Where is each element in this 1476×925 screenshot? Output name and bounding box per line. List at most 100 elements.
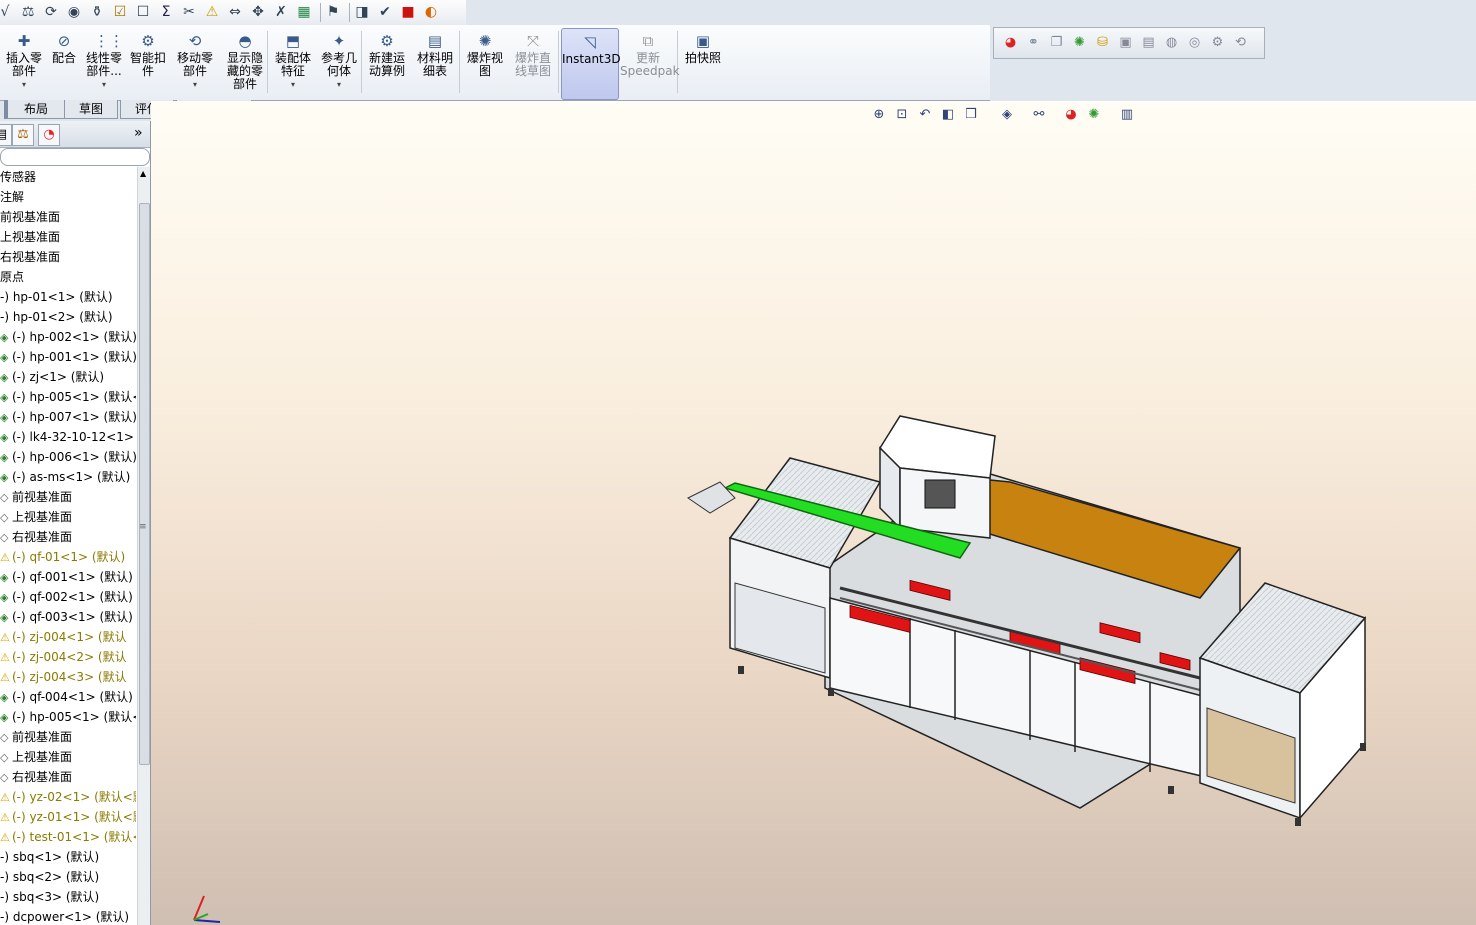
exploded-view-button[interactable]: ✺ 爆炸视图 bbox=[462, 28, 508, 98]
final-render-icon[interactable]: ◍ bbox=[1163, 34, 1180, 51]
update-speedpak-button[interactable]: ⧉ 更新 Speedpak bbox=[620, 28, 680, 98]
copy-appearance-icon[interactable]: ⚭ bbox=[1025, 34, 1042, 51]
checkmark-icon[interactable]: ✔ bbox=[376, 3, 394, 21]
insert-component-button[interactable]: ✚ 插入零 部件 ▾ bbox=[4, 28, 44, 98]
tree-item[interactable]: ⚠ (-) test-01<1> (默认< bbox=[0, 827, 136, 847]
tree-item[interactable]: ◈ (-) as-ms<1> (默认) bbox=[0, 467, 130, 487]
warning-icon[interactable]: ⚠ bbox=[203, 3, 221, 21]
tree-item[interactable]: ◈ (-) qf-001<1> (默认) bbox=[0, 567, 133, 587]
tree-item[interactable]: ◈ (-) hp-005<1> (默认< bbox=[0, 707, 136, 727]
align-icon[interactable]: ⇔ bbox=[226, 3, 244, 21]
tree-item[interactable]: ⚠ (-) yz-01<1> (默认<默 bbox=[0, 807, 136, 827]
bom-button[interactable]: ▤ 材料明 细表 bbox=[412, 28, 458, 98]
view-orientation-icon[interactable]: ❒ bbox=[962, 106, 980, 124]
tree-item[interactable]: ⚠ (-) zj-004<1> (默认 bbox=[0, 627, 127, 647]
feature-tree-tab[interactable]: ▤ bbox=[0, 124, 12, 146]
tree-item[interactable]: ⚠ (-) zj-004<2> (默认 bbox=[0, 647, 127, 667]
tree-item[interactable]: 上视基准面 bbox=[0, 227, 60, 247]
tree-item[interactable]: ◈ (-) lk4-32-10-12<1> bbox=[0, 427, 134, 447]
previous-view-icon[interactable]: ↶ bbox=[916, 106, 934, 124]
dial-icon[interactable]: ◉ bbox=[65, 3, 83, 21]
tree-filter-input[interactable] bbox=[0, 148, 150, 166]
paste-appearance-icon[interactable]: ❐ bbox=[1048, 34, 1065, 51]
zoom-area-icon[interactable]: ⊡ bbox=[893, 106, 911, 124]
scissors-icon[interactable]: ✂ bbox=[180, 3, 198, 21]
square-root-icon[interactable]: √ bbox=[0, 3, 14, 21]
dropdown-arrow-icon[interactable]: ▾ bbox=[316, 78, 362, 91]
new-motion-study-button[interactable]: ⚙ 新建运 动算例 bbox=[364, 28, 410, 98]
dropdown-arrow-icon[interactable]: ▾ bbox=[270, 78, 316, 91]
view-settings-icon[interactable]: ▥ bbox=[1118, 106, 1136, 124]
instant3d-button[interactable]: ◹ Instant3D bbox=[561, 28, 621, 100]
checklist-icon[interactable]: ☐ bbox=[134, 3, 152, 21]
tree-item[interactable]: ◇ 右视基准面 bbox=[0, 767, 72, 787]
mate-button[interactable]: ⊘ 配合 bbox=[48, 28, 80, 98]
move-component-button[interactable]: ⟲ 移动零 部件 ▾ bbox=[172, 28, 218, 98]
assembly-model[interactable] bbox=[680, 408, 1380, 828]
tree-item[interactable]: -) sbq<2> (默认) bbox=[0, 867, 99, 887]
apply-scene-icon[interactable]: ✺ bbox=[1085, 106, 1103, 124]
options-icon[interactable]: ⚙ bbox=[1209, 34, 1226, 51]
tree-scrollbar[interactable]: ▲ ≡ bbox=[137, 167, 150, 925]
tab-0[interactable]: 布局 bbox=[4, 100, 65, 119]
layers-icon[interactable]: ◨ bbox=[353, 3, 371, 21]
sigma-icon[interactable]: Σ bbox=[157, 3, 175, 21]
tree-item[interactable]: ◇ 右视基准面 bbox=[0, 527, 72, 547]
show-hidden-button[interactable]: ◓ 显示隐 藏的零 部件 bbox=[222, 28, 268, 98]
dropdown-arrow-icon[interactable]: ▾ bbox=[4, 78, 44, 91]
scroll-up-icon[interactable]: ▲ bbox=[140, 169, 146, 178]
balance-icon[interactable]: ⚖ bbox=[19, 3, 37, 21]
tab-1[interactable]: 草图 bbox=[64, 100, 118, 119]
tree-item[interactable]: ◈ (-) zj<1> (默认) bbox=[0, 367, 104, 387]
tree-item[interactable]: ◈ (-) hp-001<1> (默认) bbox=[0, 347, 136, 367]
tree-item[interactable]: ◇ 前视基准面 bbox=[0, 727, 72, 747]
tree-item[interactable]: -) sbq<3> (默认) bbox=[0, 887, 99, 907]
tree-item[interactable]: ◈ (-) hp-002<1> (默认) bbox=[0, 327, 136, 347]
take-snapshot-button[interactable]: ▣ 拍快照 bbox=[680, 28, 726, 98]
tree-item[interactable]: ◈ (-) qf-004<1> (默认) bbox=[0, 687, 133, 707]
hide-show-items-icon[interactable]: ⚯ bbox=[1030, 106, 1048, 124]
smart-fastener-button[interactable]: ⚙ 智能扣件 bbox=[126, 28, 170, 98]
checkbox-icon[interactable]: ☑ bbox=[111, 3, 129, 21]
tree-item[interactable]: ◇ 前视基准面 bbox=[0, 487, 72, 507]
tree-item[interactable]: ⚠ (-) zj-004<3> (默认 bbox=[0, 667, 127, 687]
display-style-icon[interactable]: ◈ bbox=[998, 106, 1016, 124]
tree-item[interactable]: 前视基准面 bbox=[0, 207, 60, 227]
cube-red-icon[interactable]: ■ bbox=[399, 3, 417, 21]
database-icon[interactable]: ⛁ bbox=[1094, 34, 1111, 51]
tree-item[interactable]: -) sbq<1> (默认) bbox=[0, 847, 99, 867]
tree-item[interactable]: -) dcpower<1> (默认) bbox=[0, 907, 129, 925]
dropdown-arrow-icon[interactable]: ▾ bbox=[82, 78, 126, 91]
tree-item[interactable]: ◇ 上视基准面 bbox=[0, 507, 72, 527]
render-region-icon[interactable]: ▣ bbox=[1117, 34, 1134, 51]
tree-item[interactable]: 传感器 bbox=[0, 167, 36, 187]
schedule-render-icon[interactable]: ◎ bbox=[1186, 34, 1203, 51]
tree-item[interactable]: ⚠ (-) qf-01<1> (默认) bbox=[0, 547, 125, 567]
tree-item[interactable]: -) hp-01<2> (默认) bbox=[0, 307, 113, 327]
dropdown-arrow-icon[interactable]: ▾ bbox=[172, 78, 218, 91]
rebuild-icon[interactable]: ⟳ bbox=[42, 3, 60, 21]
tree-item[interactable]: ⚠ (-) yz-02<1> (默认<默 bbox=[0, 787, 136, 807]
assembly-features-button[interactable]: ⬒ 装配体 特征 ▾ bbox=[270, 28, 316, 98]
move-icon[interactable]: ✥ bbox=[249, 3, 267, 21]
expand-panel-icon[interactable]: » bbox=[134, 125, 143, 141]
check-x-icon[interactable]: ✗ bbox=[272, 3, 290, 21]
tree-item[interactable]: ◇ 上视基准面 bbox=[0, 747, 72, 767]
tree-item[interactable]: ◈ (-) hp-006<1> (默认) bbox=[0, 447, 136, 467]
display-manager-tab[interactable]: ◔ bbox=[38, 124, 60, 146]
explode-line-sketch-button[interactable]: ⤧ 爆炸直 线草图 bbox=[510, 28, 556, 98]
tree-item[interactable]: 注解 bbox=[0, 187, 24, 207]
tree-item[interactable]: ◈ (-) qf-002<1> (默认) bbox=[0, 587, 133, 607]
linear-pattern-button[interactable]: ⋮⋮ 线性零 部件... ▾ bbox=[82, 28, 126, 98]
flag-icon[interactable]: ⚑ bbox=[324, 3, 342, 21]
tree-item[interactable]: ◈ (-) hp-007<1> (默认) bbox=[0, 407, 136, 427]
property-manager-tab[interactable]: ⚖ bbox=[12, 124, 34, 146]
reference-geometry-button[interactable]: ✦ 参考几 何体 ▾ bbox=[316, 28, 362, 98]
color-icon[interactable]: ◐ bbox=[422, 3, 440, 21]
render-tools-icon[interactable]: ▤ bbox=[1140, 34, 1157, 51]
tree-item[interactable]: 右视基准面 bbox=[0, 247, 60, 267]
bottle-icon[interactable]: ⚱ bbox=[88, 3, 106, 21]
tree-item[interactable]: ◈ (-) hp-005<1> (默认< bbox=[0, 387, 136, 407]
tree-item[interactable]: ◈ (-) qf-003<1> (默认) bbox=[0, 607, 133, 627]
tree-item[interactable]: 原点 bbox=[0, 267, 24, 287]
